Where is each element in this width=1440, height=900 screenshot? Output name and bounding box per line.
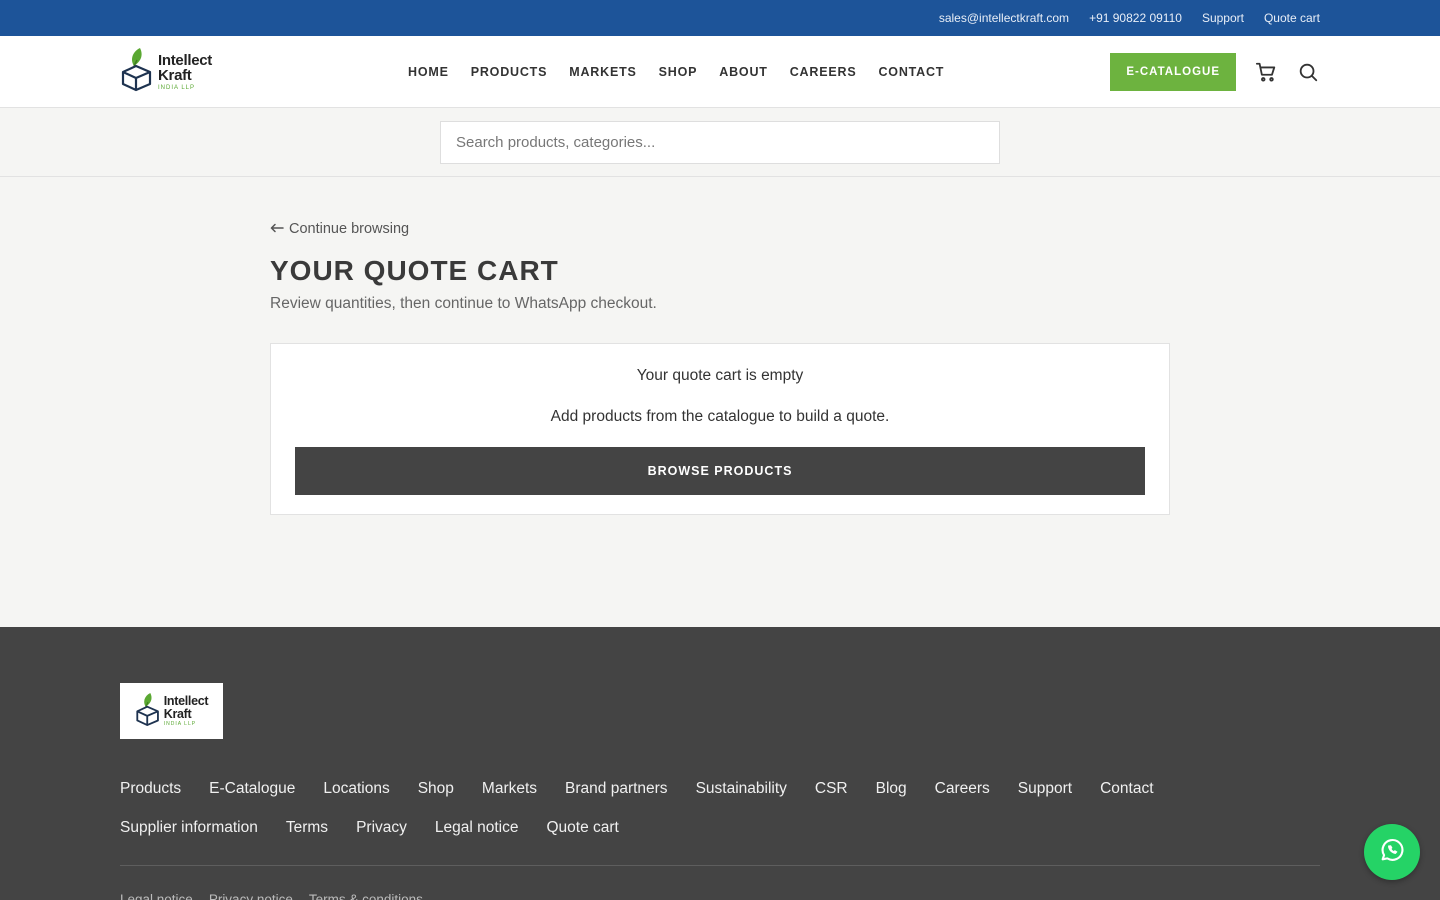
empty-cart-text: Add products from the catalogue to build… [550,408,890,425]
page-title: YOUR QUOTE CART [270,255,559,286]
footer-bottom-links: Legal notice Privacy notice Terms & cond… [120,892,1320,900]
footer-link-contact[interactable]: Contact [1100,769,1153,808]
continue-browsing-label: Continue browsing [289,221,410,237]
whatsapp-icon [1378,836,1406,869]
nav-products[interactable]: PRODUCTS [471,65,548,79]
nav-careers[interactable]: CAREERS [790,65,857,79]
main-nav: HOME PRODUCTS MARKETS SHOP ABOUT CAREERS… [408,36,944,108]
footer-link-careers[interactable]: Careers [935,769,990,808]
footer-link-products[interactable]: Products [120,769,181,808]
site-logo[interactable]: Intellect Kraft INDIA LLP [120,47,220,97]
topbar-support-link[interactable]: Support [1202,11,1244,25]
footer-link-brand-partners[interactable]: Brand partners [565,769,668,808]
footer-link-markets[interactable]: Markets [482,769,537,808]
arrow-left-icon [270,221,284,237]
footer-link-supplier-information[interactable]: Supplier information [120,808,258,847]
footer-link-legal-notice[interactable]: Legal notice [435,808,519,847]
e-catalogue-button[interactable]: E-CATALOGUE [1110,53,1236,91]
empty-cart-panel: Your quote cart is empty Add products fr… [270,343,1170,515]
logo-text: Intellect Kraft INDIA LLP [158,53,212,91]
logo-line-2: Kraft [158,66,192,84]
footer-link-shop[interactable]: Shop [418,769,454,808]
footer-bottom-privacy-notice[interactable]: Privacy notice [209,892,293,900]
footer-links: Products E-Catalogue Locations Shop Mark… [120,769,1220,847]
continue-browsing-link[interactable]: Continue browsing [270,213,1170,245]
footer-logo[interactable]: Intellect Kraft INDIA LLP [120,683,223,739]
search-input[interactable] [440,120,1000,164]
footer-link-quote-cart[interactable]: Quote cart [546,808,618,847]
nav-markets[interactable]: MARKETS [569,65,636,79]
site-footer: Intellect Kraft INDIA LLP Products E-Cat… [0,627,1440,900]
header-actions: E-CATALOGUE [1110,36,1320,108]
nav-home[interactable]: HOME [408,65,449,79]
footer-bottom-terms-conditions[interactable]: Terms & conditions [309,892,423,900]
footer-link-support[interactable]: Support [1018,769,1072,808]
footer-link-e-catalogue[interactable]: E-Catalogue [209,769,295,808]
empty-cart-title: Your quote cart is empty [636,367,804,384]
whatsapp-button[interactable] [1364,824,1420,880]
cart-icon[interactable] [1254,60,1278,84]
footer-logo-line-2: Kraft [163,706,192,721]
footer-link-blog[interactable]: Blog [876,769,907,808]
footer-link-sustainability[interactable]: Sustainability [696,769,787,808]
search-icon[interactable] [1296,60,1320,84]
browse-products-button[interactable]: BROWSE PRODUCTS [295,447,1145,495]
footer-link-csr[interactable]: CSR [815,769,848,808]
footer-link-locations[interactable]: Locations [323,769,389,808]
top-bar: sales@intellectkraft.com +91 90822 09110… [0,0,1440,36]
nav-about[interactable]: ABOUT [719,65,767,79]
site-header: Intellect Kraft INDIA LLP HOME PRODUCTS … [0,36,1440,108]
box-leaf-icon [135,690,161,733]
footer-divider [120,865,1320,866]
footer-bottom-legal-notice[interactable]: Legal notice [120,892,193,900]
topbar-quote-cart-link[interactable]: Quote cart [1264,11,1320,25]
quote-cart-main: Continue browsing YOUR QUOTE CART Review… [270,213,1170,515]
page-subtitle: Review quantities, then continue to What… [270,295,657,312]
topbar-email-link[interactable]: sales@intellectkraft.com [939,11,1069,25]
logo-line-1: Intellect [158,51,212,69]
nav-contact[interactable]: CONTACT [878,65,944,79]
footer-logo-line-1: Intellect [163,694,209,708]
footer-link-privacy[interactable]: Privacy [356,808,407,847]
search-bar [0,108,1440,177]
topbar-phone-link[interactable]: +91 90822 09110 [1089,11,1182,25]
box-leaf-icon [120,46,154,97]
footer-logo-text: Intellect Kraft INDIA LLP [164,695,209,727]
footer-link-terms[interactable]: Terms [286,808,328,847]
logo-line-3: INDIA LLP [158,84,196,91]
footer-logo-line-3: INDIA LLP [163,721,197,727]
nav-shop[interactable]: SHOP [659,65,698,79]
